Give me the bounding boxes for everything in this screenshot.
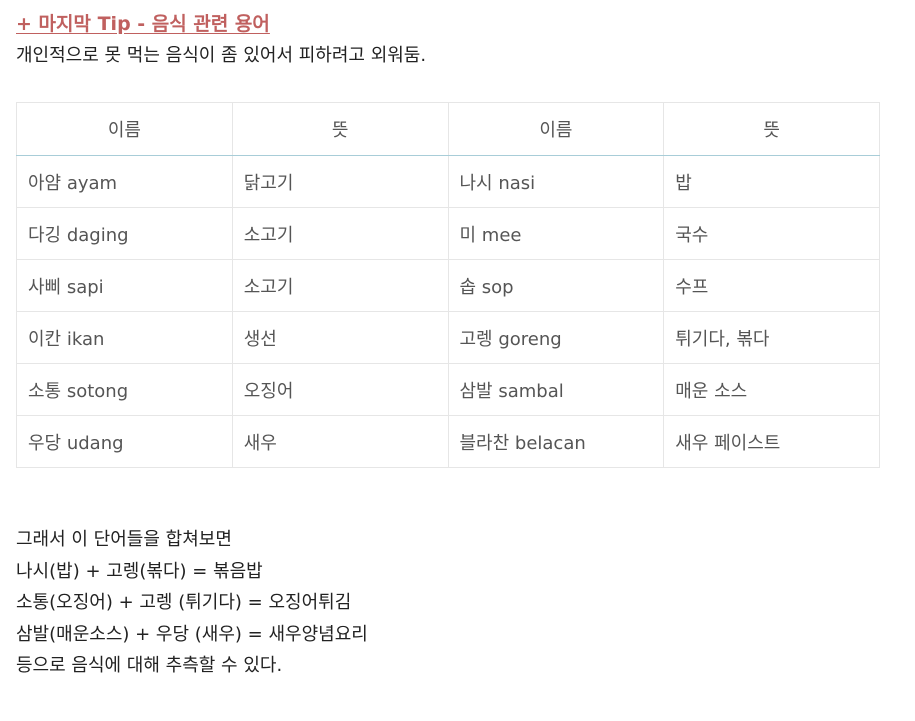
table-cell: 오징어 bbox=[231, 363, 449, 416]
column-header-name-2: 이름 bbox=[447, 102, 665, 156]
table-cell: 아얌 ayam bbox=[16, 155, 233, 208]
column-header-name-1: 이름 bbox=[16, 102, 233, 156]
table-row: 아얌 ayam 닭고기 나시 nasi 밥 bbox=[16, 155, 880, 208]
summary-block: 그래서 이 단어들을 합쳐보면 나시(밥) + 고렝(볶다) = 볶음밥 소통(… bbox=[16, 524, 880, 682]
table-cell: 닭고기 bbox=[231, 155, 449, 208]
food-vocabulary-table: 이름 뜻 이름 뜻 아얌 ayam 닭고기 나시 nasi 밥 다깅 dagin… bbox=[16, 102, 880, 468]
table-row: 소통 sotong 오징어 삼발 sambal 매운 소스 bbox=[16, 363, 880, 416]
summary-line: 나시(밥) + 고렝(볶다) = 볶음밥 bbox=[16, 560, 263, 582]
table-cell: 국수 bbox=[663, 207, 880, 260]
table-cell: 밥 bbox=[663, 155, 880, 208]
post-content: + 마지막 Tip - 음식 관련 용어 개인적으로 못 먹는 음식이 좀 있어… bbox=[16, 8, 880, 682]
table-cell: 미 mee bbox=[447, 207, 665, 260]
table-cell: 생선 bbox=[231, 311, 449, 364]
table-cell: 매운 소스 bbox=[663, 363, 880, 416]
table-row: 우당 udang 새우 블라찬 belacan 새우 페이스트 bbox=[16, 415, 880, 468]
table-cell: 소고기 bbox=[231, 207, 449, 260]
table-row: 사삐 sapi 소고기 솝 sop 수프 bbox=[16, 259, 880, 312]
table-cell: 나시 nasi bbox=[447, 155, 665, 208]
table-cell: 삼발 sambal bbox=[447, 363, 665, 416]
summary-line: 삼발(매운소스) + 우당 (새우) = 새우양념요리 bbox=[16, 623, 368, 645]
summary-line: 소통(오징어) + 고렝 (튀기다) = 오징어튀김 bbox=[16, 592, 352, 613]
section-heading: + 마지막 Tip - 음식 관련 용어 bbox=[16, 13, 270, 35]
table-cell: 다깅 daging bbox=[16, 207, 233, 260]
table-cell: 새우 페이스트 bbox=[663, 415, 880, 468]
table-row: 다깅 daging 소고기 미 mee 국수 bbox=[16, 207, 880, 260]
table-row: 이칸 ikan 생선 고렝 goreng 튀기다, 볶다 bbox=[16, 311, 880, 364]
table-cell: 블라찬 belacan bbox=[447, 415, 665, 468]
table-cell: 소통 sotong bbox=[16, 363, 233, 416]
table-cell: 우당 udang bbox=[16, 415, 233, 468]
table-cell: 소고기 bbox=[231, 259, 449, 312]
column-header-meaning-1: 뜻 bbox=[231, 102, 449, 156]
table-cell: 새우 bbox=[231, 415, 449, 468]
table-cell: 튀기다, 볶다 bbox=[663, 311, 880, 364]
table-cell: 수프 bbox=[663, 259, 880, 312]
table-cell: 이칸 ikan bbox=[16, 311, 233, 364]
table-cell: 솝 sop bbox=[447, 259, 665, 312]
summary-line: 등으로 음식에 대해 추측할 수 있다. bbox=[16, 655, 283, 676]
table-cell: 고렝 goreng bbox=[447, 311, 665, 364]
intro-text: 개인적으로 못 먹는 음식이 좀 있어서 피하려고 외워둠. bbox=[16, 45, 427, 66]
table-header-row: 이름 뜻 이름 뜻 bbox=[16, 102, 880, 156]
column-header-meaning-2: 뜻 bbox=[663, 102, 880, 156]
table-cell: 사삐 sapi bbox=[16, 259, 233, 312]
summary-line: 그래서 이 단어들을 합쳐보면 bbox=[16, 529, 232, 550]
